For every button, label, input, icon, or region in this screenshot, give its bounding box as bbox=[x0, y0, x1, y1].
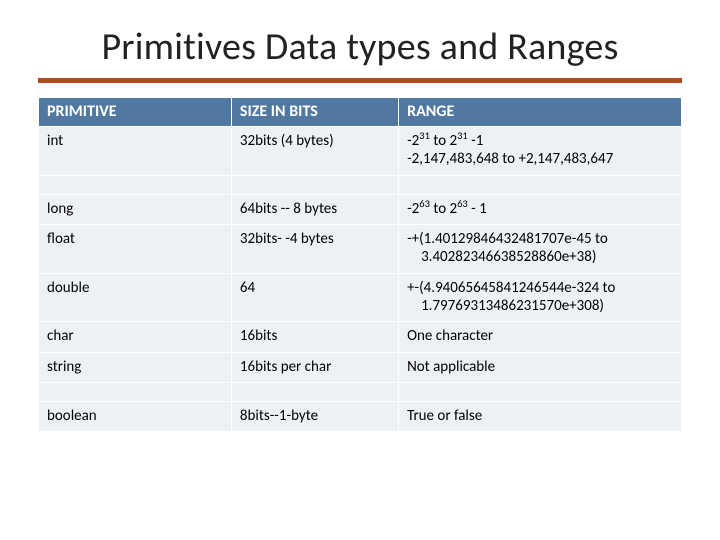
cell-range: -263 to 263 - 1 bbox=[399, 194, 682, 224]
table-row: double 64 +-(4.94065645841246544e-324 to… bbox=[39, 273, 682, 322]
table-header-row: PRIMITIVE SIZE IN BITS RANGE bbox=[39, 98, 682, 127]
cell-size: 64bits -- 8 bytes bbox=[231, 194, 398, 224]
cell-primitive: double bbox=[39, 273, 232, 322]
cell-primitive: int bbox=[39, 127, 232, 176]
range-text: -1 bbox=[468, 132, 484, 150]
range-text: to 2 bbox=[430, 200, 457, 218]
cell-range: Not applicable bbox=[399, 352, 682, 382]
cell-range: -231 to 231 -1 -2,147,483,648 to +2,147,… bbox=[399, 127, 682, 176]
table-row: int 32bits (4 bytes) -231 to 231 -1 -2,1… bbox=[39, 127, 682, 176]
col-header-primitive: PRIMITIVE bbox=[39, 98, 232, 127]
range-exp: 63 bbox=[419, 197, 430, 210]
cell-size: 32bits (4 bytes) bbox=[231, 127, 398, 176]
cell-size: 16bits per char bbox=[231, 352, 398, 382]
range-text: +-(4.94065645841246544e-324 to bbox=[407, 279, 615, 297]
range-exp: 31 bbox=[457, 129, 468, 142]
cell-range: +-(4.94065645841246544e-324 to 1.7976931… bbox=[399, 273, 682, 322]
primitives-table: PRIMITIVE SIZE IN BITS RANGE int 32bits … bbox=[38, 97, 682, 432]
range-text: - 1 bbox=[468, 200, 487, 218]
table-row: long 64bits -- 8 bytes -263 to 263 - 1 bbox=[39, 194, 682, 224]
title-rule bbox=[38, 78, 682, 83]
cell-range: True or false bbox=[399, 402, 682, 432]
table-row: string 16bits per char Not applicable bbox=[39, 352, 682, 382]
cell-primitive: string bbox=[39, 352, 232, 382]
cell-size: 64 bbox=[231, 273, 398, 322]
range-exp: 63 bbox=[457, 197, 468, 210]
cell-size: 16bits bbox=[231, 322, 398, 352]
slide: Primitives Data types and Ranges PRIMITI… bbox=[0, 0, 720, 540]
range-text: -2 bbox=[407, 132, 419, 150]
range-text: -+(1.40129846432481707e-45 to bbox=[407, 230, 608, 248]
cell-primitive: long bbox=[39, 194, 232, 224]
table-row: char 16bits One character bbox=[39, 322, 682, 352]
cell-size: 8bits--1-byte bbox=[231, 402, 398, 432]
range-exp: 31 bbox=[419, 129, 430, 142]
table-row-spacer bbox=[39, 382, 682, 401]
cell-range: -+(1.40129846432481707e-45 to 3.40282346… bbox=[399, 225, 682, 274]
table-row: boolean 8bits--1-byte True or false bbox=[39, 402, 682, 432]
range-text: -2 bbox=[407, 200, 419, 218]
col-header-range: RANGE bbox=[399, 98, 682, 127]
range-text: to 2 bbox=[430, 132, 457, 150]
cell-range: One character bbox=[399, 322, 682, 352]
table-row: float 32bits- -4 bytes -+(1.401298464324… bbox=[39, 225, 682, 274]
page-title: Primitives Data types and Ranges bbox=[38, 24, 682, 70]
cell-primitive: float bbox=[39, 225, 232, 274]
range-text: 3.40282346638528860e+38) bbox=[407, 248, 673, 266]
cell-primitive: char bbox=[39, 322, 232, 352]
range-text: 1.79769313486231570e+308) bbox=[407, 297, 673, 315]
table-row-spacer bbox=[39, 175, 682, 194]
cell-size: 32bits- -4 bytes bbox=[231, 225, 398, 274]
cell-primitive: boolean bbox=[39, 402, 232, 432]
range-text: -2,147,483,648 to +2,147,483,647 bbox=[407, 150, 613, 168]
col-header-size: SIZE IN BITS bbox=[231, 98, 398, 127]
